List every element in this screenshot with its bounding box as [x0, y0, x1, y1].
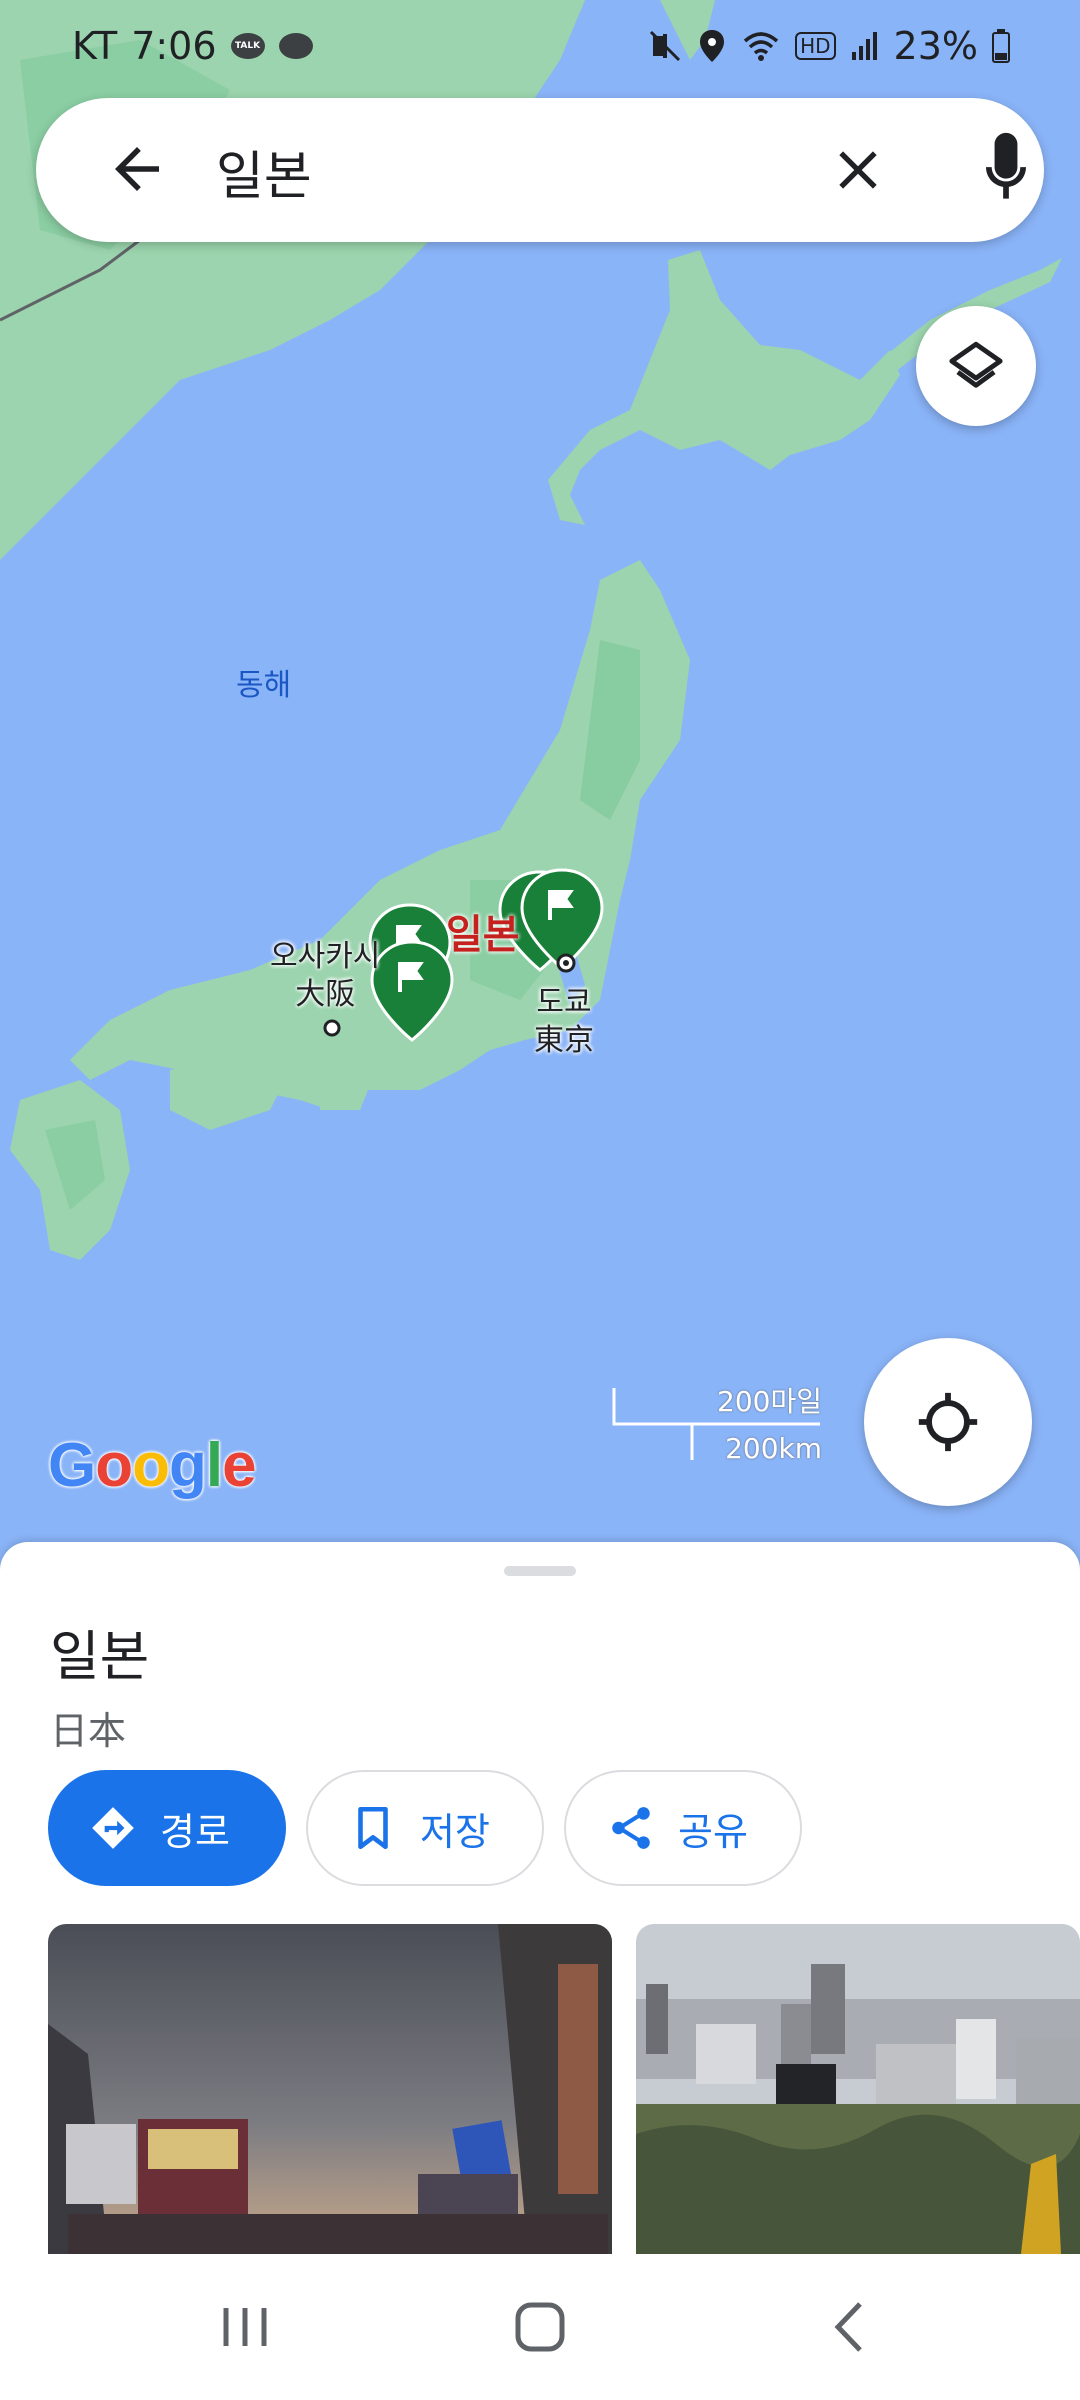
place-title: 일본	[50, 1625, 150, 1688]
bookmark-icon	[358, 1806, 388, 1850]
city-label-tokyo[interactable]: 도쿄 東京	[534, 984, 594, 1060]
share-label: 공유	[678, 1809, 748, 1854]
place-photo-osaka-skyline[interactable]	[636, 1924, 1080, 2254]
google-logo: Google	[48, 1431, 257, 1500]
hd-voice-icon: HD	[795, 32, 836, 60]
search-bar[interactable]: 일본	[36, 98, 1044, 242]
tokyo-city-dot-center	[563, 960, 569, 966]
map-scale-bar: 200마일 200km	[612, 1380, 822, 1470]
scale-metric-label: 200km	[725, 1432, 822, 1465]
status-bar: KT 7:06 TALK HD 23%	[0, 0, 1080, 92]
mute-vibrate-icon	[650, 30, 681, 62]
crosshair-icon	[918, 1392, 978, 1452]
directions-label: 경로	[160, 1809, 230, 1854]
location-icon	[700, 30, 725, 62]
back-chevron-icon[interactable]	[814, 2294, 884, 2360]
city-name-ja: 大阪	[295, 977, 356, 1012]
wifi-icon	[743, 32, 779, 61]
country-label[interactable]: 일본	[446, 902, 520, 960]
kakaotalk-icon: TALK	[230, 33, 265, 59]
directions-button[interactable]: 경로	[48, 1770, 286, 1886]
save-label: 저장	[420, 1809, 490, 1854]
battery-percent: 23%	[893, 24, 978, 68]
arrow-left-icon[interactable]	[104, 136, 170, 202]
signal-icon	[851, 32, 877, 60]
sheet-drag-handle[interactable]	[504, 1566, 576, 1576]
search-query-text[interactable]: 일본	[216, 134, 312, 209]
close-icon[interactable]	[826, 138, 890, 202]
clock: 7:06	[131, 24, 217, 68]
home-icon[interactable]	[505, 2294, 575, 2360]
osaka-city-dot[interactable]	[323, 1019, 341, 1037]
layers-button[interactable]	[916, 306, 1036, 426]
chat-bubble-icon	[278, 33, 313, 59]
share-button[interactable]: 공유	[564, 1770, 802, 1886]
my-location-button[interactable]	[864, 1338, 1032, 1506]
scale-imperial-label: 200마일	[717, 1385, 822, 1418]
save-button[interactable]: 저장	[306, 1770, 544, 1886]
city-name-ko: 오사카시	[270, 939, 381, 974]
layers-icon	[949, 341, 1003, 388]
system-navigation-bar	[0, 2254, 1080, 2400]
place-subtitle: 日本	[50, 1709, 127, 1753]
recent-apps-icon[interactable]	[210, 2294, 280, 2360]
battery-icon	[992, 29, 1010, 63]
place-photo-tokyo-street[interactable]	[48, 1924, 612, 2254]
share-icon	[612, 1807, 650, 1849]
carrier-label: KT	[72, 24, 118, 68]
microphone-icon[interactable]	[971, 130, 1041, 210]
city-name-ko: 도쿄	[536, 985, 592, 1020]
sea-label: 동해	[236, 668, 292, 703]
city-label-osaka[interactable]: 오사카시 大阪	[270, 938, 380, 1014]
directions-icon	[92, 1807, 134, 1849]
city-name-ja: 東京	[534, 1023, 594, 1058]
